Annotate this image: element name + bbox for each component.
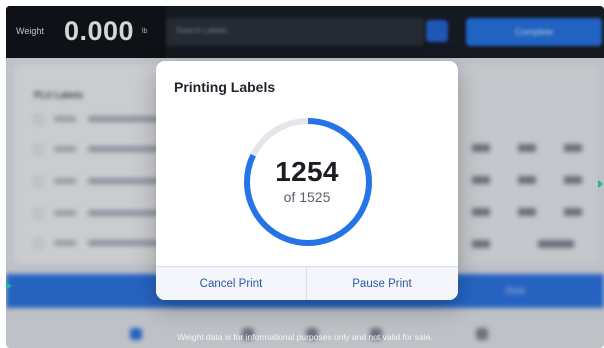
pause-print-button[interactable]: Pause Print	[307, 267, 457, 300]
printed-count: 1254	[275, 156, 339, 187]
cancel-print-button[interactable]: Cancel Print	[156, 267, 306, 300]
left-edge-arrow-icon	[6, 282, 12, 290]
printing-labels-dialog: Printing Labels 1254 of 1525 Cancel Prin…	[156, 61, 458, 300]
right-edge-arrow-icon	[598, 180, 603, 188]
screen: Weight 0.000 lb Search Labels Complete P…	[0, 0, 604, 348]
dialog-title: Printing Labels	[174, 79, 276, 95]
dialog-actions: Cancel Print Pause Print	[156, 266, 458, 300]
total-count: of 1525	[283, 189, 331, 205]
disclaimer-text: Weight data is for informational purpose…	[177, 332, 433, 342]
